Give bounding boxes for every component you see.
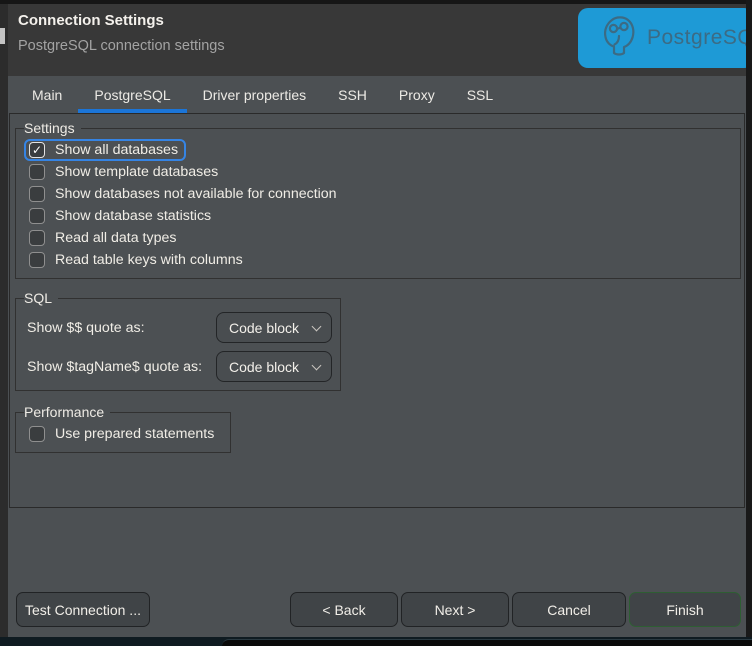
- test-connection-button[interactable]: Test Connection ...: [16, 592, 150, 627]
- dollar-quote-label: Show $$ quote as:: [27, 320, 216, 336]
- dialog-footer: Test Connection ... < Back Next > Cancel…: [16, 592, 741, 627]
- chevron-down-icon: [312, 321, 322, 331]
- background-scrollbar-thumb: [0, 28, 5, 44]
- settings-group: Settings ✓ Show all databases Show templ…: [15, 120, 741, 279]
- checkbox-label: Show all databases: [55, 142, 178, 158]
- checkbox-row-show-databases-not-available[interactable]: Show databases not available for connect…: [24, 183, 345, 205]
- postgresql-elephant-icon: [600, 15, 638, 62]
- checkbox-checked-icon[interactable]: ✓: [29, 142, 45, 158]
- footer-spacer: [150, 592, 290, 627]
- postgresql-logo-badge: PostgreSQL: [578, 8, 752, 68]
- dialog-subtitle: PostgreSQL connection settings: [18, 38, 225, 54]
- window-right-edge: [746, 0, 752, 637]
- screen: Connection Settings PostgreSQL connectio…: [0, 0, 752, 646]
- background-window-edge: [0, 4, 8, 637]
- checkbox-row-show-all-databases[interactable]: ✓ Show all databases: [24, 139, 186, 161]
- tab-ssh[interactable]: SSH: [322, 80, 383, 113]
- checkbox-label: Use prepared statements: [55, 426, 214, 442]
- chevron-down-icon: [312, 360, 322, 370]
- checkbox-row-show-database-statistics[interactable]: Show database statistics: [24, 205, 219, 227]
- dollar-quote-dropdown[interactable]: Code block: [216, 312, 332, 343]
- tab-ssl[interactable]: SSL: [451, 80, 509, 113]
- checkbox-unchecked[interactable]: [29, 252, 45, 268]
- connection-settings-dialog: Connection Settings PostgreSQL connectio…: [8, 4, 746, 637]
- cancel-button[interactable]: Cancel: [512, 592, 626, 627]
- settings-group-legend: Settings: [24, 120, 81, 136]
- settings-tabbar: Main PostgreSQL Driver properties SSH Pr…: [8, 80, 746, 113]
- checkbox-label: Show databases not available for connect…: [55, 186, 337, 202]
- postgresql-logo-text: PostgreSQL: [647, 26, 752, 50]
- checkbox-row-read-table-keys[interactable]: Read table keys with columns: [24, 249, 251, 271]
- performance-group: Performance Use prepared statements: [15, 404, 231, 453]
- back-button[interactable]: < Back: [290, 592, 398, 627]
- checkbox-label: Show template databases: [55, 164, 218, 180]
- dialog-header: Connection Settings PostgreSQL connectio…: [8, 4, 746, 76]
- performance-group-legend: Performance: [24, 404, 110, 420]
- next-button[interactable]: Next >: [401, 592, 509, 627]
- checkbox-label: Read table keys with columns: [55, 252, 243, 268]
- checkbox-unchecked[interactable]: [29, 186, 45, 202]
- sql-group: SQL Show $$ quote as: Code block Show $t…: [15, 290, 341, 391]
- checkbox-label: Read all data types: [55, 230, 176, 246]
- checkbox-row-read-all-data-types[interactable]: Read all data types: [24, 227, 184, 249]
- dropdown-selected-value: Code block: [229, 359, 299, 375]
- tab-proxy[interactable]: Proxy: [383, 80, 451, 113]
- checkbox-row-show-template-databases[interactable]: Show template databases: [24, 161, 226, 183]
- tagname-quote-label: Show $tagName$ quote as:: [27, 359, 216, 375]
- checkbox-row-use-prepared-statements[interactable]: Use prepared statements: [24, 423, 222, 445]
- checkbox-label: Show database statistics: [55, 208, 211, 224]
- tagname-quote-dropdown[interactable]: Code block: [216, 351, 332, 382]
- postgresql-tab-content: Settings ✓ Show all databases Show templ…: [9, 113, 745, 508]
- tab-driver-properties[interactable]: Driver properties: [187, 80, 322, 113]
- sql-group-legend: SQL: [24, 290, 58, 306]
- dialog-title: Connection Settings: [18, 12, 164, 29]
- finish-button[interactable]: Finish: [629, 592, 741, 627]
- background-window-corner: [222, 639, 752, 646]
- checkbox-unchecked[interactable]: [29, 426, 45, 442]
- checkbox-unchecked[interactable]: [29, 164, 45, 180]
- tab-postgresql[interactable]: PostgreSQL: [78, 80, 186, 113]
- checkbox-unchecked[interactable]: [29, 208, 45, 224]
- dropdown-selected-value: Code block: [229, 320, 299, 336]
- tab-main[interactable]: Main: [16, 80, 78, 113]
- checkbox-unchecked[interactable]: [29, 230, 45, 246]
